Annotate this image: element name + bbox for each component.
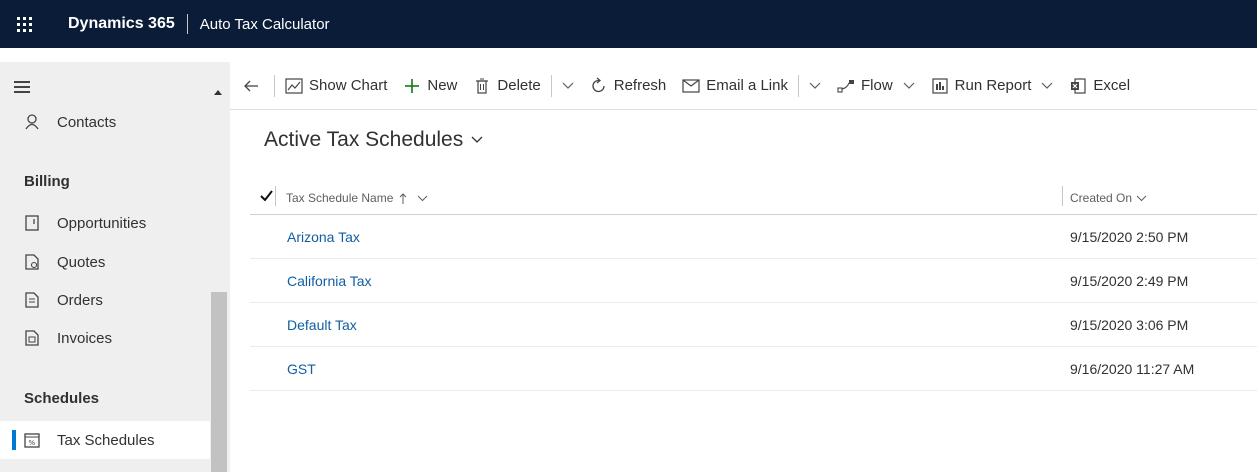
chevron-down-icon — [1136, 195, 1147, 202]
chevron-down-icon — [417, 195, 428, 202]
column-divider — [1062, 186, 1063, 206]
new-button[interactable]: New — [395, 62, 465, 110]
page-title: Active Tax Schedules — [264, 128, 464, 151]
person-icon — [24, 114, 40, 130]
column-header-label: Tax Schedule Name — [286, 191, 394, 205]
tax-schedule-name-link[interactable]: California Tax — [287, 273, 372, 289]
column-header-tax-schedule-name[interactable]: Tax Schedule Name — [286, 191, 428, 205]
app-name[interactable]: Auto Tax Calculator — [188, 16, 330, 33]
flow-label: Flow — [860, 77, 893, 94]
created-on-value: 9/15/2020 3:06 PM — [1070, 317, 1189, 333]
back-arrow-icon — [242, 77, 260, 95]
tax-schedule-icon: % — [24, 432, 40, 448]
sidebar-item-orders[interactable]: Orders — [0, 281, 210, 319]
command-bar: Show Chart New Delete Refresh Email a Li… — [230, 62, 1257, 110]
show-chart-label: Show Chart — [309, 77, 388, 94]
delete-button[interactable]: Delete — [465, 62, 548, 110]
sidebar-item-label: Contacts — [57, 113, 117, 131]
email-link-label: Email a Link — [706, 77, 788, 94]
table-row[interactable]: California Tax 9/15/2020 2:49 PM — [250, 259, 1257, 303]
table-row[interactable]: Default Tax 9/15/2020 3:06 PM — [250, 303, 1257, 347]
chart-icon — [285, 77, 303, 95]
app-launcher-waffle-icon[interactable] — [0, 0, 48, 48]
sitemap-sidebar: Contacts Billing Opportunities Quotes Or… — [0, 62, 230, 472]
sidebar-item-invoices[interactable]: Invoices — [0, 319, 210, 357]
more-delete-options-chevron-icon[interactable] — [554, 62, 582, 110]
chevron-down-icon — [1041, 82, 1053, 90]
table-row[interactable]: GST 9/16/2020 11:27 AM — [250, 347, 1257, 391]
created-on-value: 9/16/2020 11:27 AM — [1070, 361, 1195, 377]
excel-button[interactable]: Excel — [1061, 62, 1138, 110]
sidebar-item-tax-schedules[interactable]: % Tax Schedules — [0, 421, 210, 459]
chevron-down-icon — [471, 136, 483, 144]
command-separator — [550, 74, 552, 97]
sidebar-item-label: Quotes — [57, 253, 106, 271]
order-icon — [24, 292, 40, 308]
svg-text:%: % — [29, 439, 36, 447]
view-selector[interactable]: Active Tax Schedules — [264, 128, 483, 152]
select-all-checkmark-icon[interactable] — [260, 190, 273, 204]
more-email-options-chevron-icon[interactable] — [801, 62, 829, 110]
command-separator — [274, 74, 275, 97]
run-report-label: Run Report — [954, 77, 1032, 94]
grid-header: Tax Schedule Name Created On — [250, 178, 1257, 215]
sidebar-item-opportunities[interactable]: Opportunities — [0, 204, 210, 242]
delete-label: Delete — [497, 77, 541, 94]
show-chart-button[interactable]: Show Chart — [277, 62, 395, 110]
excel-icon — [1069, 77, 1087, 95]
new-label: New — [427, 77, 458, 94]
back-button[interactable] — [230, 62, 272, 110]
column-divider — [275, 186, 276, 206]
invoice-icon — [24, 330, 40, 346]
sidebar-item-contacts[interactable]: Contacts — [0, 103, 210, 141]
flow-button[interactable]: Flow — [829, 62, 923, 110]
sidebar-item-label: Opportunities — [57, 214, 147, 232]
command-separator — [797, 74, 799, 97]
sidebar-scrollbar-thumb[interactable] — [211, 292, 227, 472]
sidebar-item-quotes[interactable]: Quotes — [0, 243, 210, 281]
sidebar-group-billing: Billing — [24, 173, 70, 190]
sidebar-item-label: Tax Schedules — [57, 431, 155, 449]
sidebar-item-label: Invoices — [57, 329, 113, 347]
column-header-label: Created On — [1070, 191, 1133, 205]
tax-schedule-name-link[interactable]: GST — [287, 361, 316, 377]
flow-icon — [837, 77, 855, 95]
trash-icon — [473, 77, 491, 95]
run-report-button[interactable]: Run Report — [923, 62, 1062, 110]
email-link-button[interactable]: Email a Link — [674, 62, 796, 110]
email-link-icon — [682, 77, 700, 95]
opportunity-icon — [24, 215, 40, 231]
refresh-icon — [590, 77, 608, 95]
scroll-up-arrow-icon[interactable] — [214, 90, 222, 95]
refresh-button[interactable]: Refresh — [582, 62, 675, 110]
top-navigation-bar: Dynamics 365 Auto Tax Calculator — [0, 0, 1257, 48]
sidebar-group-schedules: Schedules — [24, 390, 100, 407]
report-icon — [931, 77, 949, 95]
chevron-down-icon — [903, 82, 915, 90]
created-on-value: 9/15/2020 2:49 PM — [1070, 273, 1189, 289]
column-header-created-on[interactable]: Created On — [1070, 191, 1147, 205]
tax-schedule-name-link[interactable]: Arizona Tax — [287, 229, 360, 245]
created-on-value: 9/15/2020 2:50 PM — [1070, 229, 1189, 245]
tax-schedule-name-link[interactable]: Default Tax — [287, 317, 357, 333]
refresh-label: Refresh — [613, 77, 667, 94]
excel-label: Excel — [1093, 77, 1131, 94]
plus-icon — [403, 77, 421, 95]
product-name[interactable]: Dynamics 365 — [48, 15, 187, 33]
hamburger-menu-icon[interactable] — [14, 81, 30, 93]
quote-icon — [24, 254, 40, 270]
sort-ascending-icon — [399, 192, 407, 204]
table-row[interactable]: Arizona Tax 9/15/2020 2:50 PM — [250, 215, 1257, 259]
sidebar-item-label: Orders — [57, 291, 103, 309]
